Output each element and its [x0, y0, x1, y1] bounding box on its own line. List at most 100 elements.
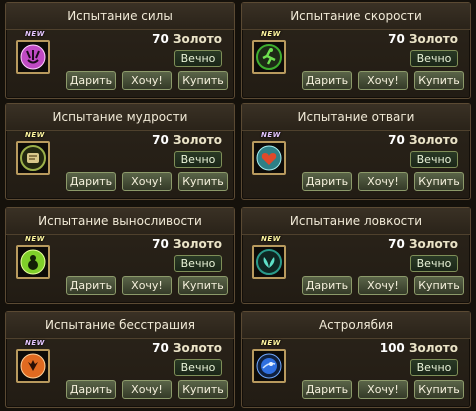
want-button[interactable]: Хочу!: [122, 71, 172, 90]
currency-label: Золото: [408, 32, 458, 46]
shop-card: Испытание скорости NEW 70 Золото Вечно Д…: [241, 2, 471, 99]
price-line: 70 Золото: [152, 341, 222, 355]
item-icon-frame[interactable]: [16, 245, 50, 279]
new-badge: NEW: [261, 235, 281, 243]
duration-badge: Вечно: [410, 359, 458, 376]
shop-card: Испытание ловкости NEW 70 Золото Вечно Д…: [241, 207, 471, 304]
buy-button[interactable]: Купить: [414, 380, 464, 399]
scroll-icon: [20, 145, 46, 171]
want-button[interactable]: Хочу!: [358, 380, 408, 399]
duration-badge: Вечно: [410, 151, 458, 168]
duration-badge: Вечно: [174, 50, 222, 67]
price-line: 100 Золото: [380, 341, 458, 355]
buy-button[interactable]: Купить: [414, 71, 464, 90]
card-actions: Дарить Хочу! Купить: [302, 276, 466, 295]
gift-button[interactable]: Дарить: [66, 172, 116, 191]
buy-button[interactable]: Купить: [178, 380, 228, 399]
currency-label: Золото: [408, 133, 458, 147]
gift-button[interactable]: Дарить: [66, 71, 116, 90]
shop-grid: Испытание силы NEW 70 Золото Вечно Дарит…: [0, 0, 476, 411]
currency-label: Золото: [408, 341, 458, 355]
new-badge: NEW: [261, 339, 281, 347]
want-button[interactable]: Хочу!: [122, 172, 172, 191]
new-badge: NEW: [25, 30, 45, 38]
trident-icon: [20, 44, 46, 70]
buy-button[interactable]: Купить: [414, 276, 464, 295]
price-value: 70: [152, 32, 169, 46]
item-title: Испытание скорости: [242, 3, 470, 30]
item-title: Испытание мудрости: [6, 104, 234, 131]
item-icon-frame[interactable]: [252, 349, 286, 383]
new-badge: NEW: [25, 339, 45, 347]
price-line: 70 Золото: [388, 237, 458, 251]
want-button[interactable]: Хочу!: [122, 276, 172, 295]
item-title: Испытание силы: [6, 3, 234, 30]
duration-badge: Вечно: [174, 359, 222, 376]
new-badge: NEW: [25, 131, 45, 139]
price-line: 70 Золото: [152, 32, 222, 46]
shop-card: Испытание мудрости NEW 70 Золото Вечно Д…: [5, 103, 235, 200]
currency-label: Золото: [172, 133, 222, 147]
shop-card: Испытание силы NEW 70 Золото Вечно Дарит…: [5, 2, 235, 99]
gift-button[interactable]: Дарить: [66, 276, 116, 295]
card-actions: Дарить Хочу! Купить: [302, 172, 466, 191]
gourd-icon: [20, 249, 46, 275]
item-icon-frame[interactable]: [252, 40, 286, 74]
flame-shield-icon: [20, 353, 46, 379]
buy-button[interactable]: Купить: [178, 71, 228, 90]
astrolabe-icon: [256, 353, 282, 379]
want-button[interactable]: Хочу!: [122, 380, 172, 399]
gift-button[interactable]: Дарить: [302, 380, 352, 399]
item-title: Испытание выносливости: [6, 208, 234, 235]
want-button[interactable]: Хочу!: [358, 71, 408, 90]
shop-card: Испытание выносливости NEW 70 Золото Веч…: [5, 207, 235, 304]
new-badge: NEW: [261, 131, 281, 139]
runner-icon: [256, 44, 282, 70]
buy-button[interactable]: Купить: [178, 172, 228, 191]
buy-button[interactable]: Купить: [178, 276, 228, 295]
item-icon-frame[interactable]: [16, 40, 50, 74]
shop-card: Астролябия NEW 100 Золото Вечно Дарить Х…: [241, 311, 471, 408]
item-title: Испытание ловкости: [242, 208, 470, 235]
price-value: 70: [388, 237, 405, 251]
buy-button[interactable]: Купить: [414, 172, 464, 191]
shop-card: Испытание бесстрашия NEW 70 Золото Вечно…: [5, 311, 235, 408]
item-icon-frame[interactable]: [16, 141, 50, 175]
new-badge: NEW: [25, 235, 45, 243]
item-title: Астролябия: [242, 312, 470, 339]
card-actions: Дарить Хочу! Купить: [66, 276, 230, 295]
currency-label: Золото: [172, 32, 222, 46]
card-actions: Дарить Хочу! Купить: [302, 71, 466, 90]
gift-button[interactable]: Дарить: [302, 71, 352, 90]
price-line: 70 Золото: [152, 133, 222, 147]
price-value: 70: [388, 32, 405, 46]
duration-badge: Вечно: [410, 50, 458, 67]
currency-label: Золото: [172, 341, 222, 355]
leaf-icon: [256, 249, 282, 275]
item-icon-frame[interactable]: [16, 349, 50, 383]
item-title: Испытание отваги: [242, 104, 470, 131]
item-title: Испытание бесстрашия: [6, 312, 234, 339]
want-button[interactable]: Хочу!: [358, 276, 408, 295]
card-actions: Дарить Хочу! Купить: [66, 172, 230, 191]
price-value: 100: [379, 341, 405, 355]
card-actions: Дарить Хочу! Купить: [66, 380, 230, 399]
duration-badge: Вечно: [410, 255, 458, 272]
gift-button[interactable]: Дарить: [302, 276, 352, 295]
price-line: 70 Золото: [388, 32, 458, 46]
card-actions: Дарить Хочу! Купить: [302, 380, 466, 399]
price-value: 70: [152, 341, 169, 355]
price-value: 70: [152, 133, 169, 147]
duration-badge: Вечно: [174, 151, 222, 168]
gift-button[interactable]: Дарить: [66, 380, 116, 399]
duration-badge: Вечно: [174, 255, 222, 272]
item-icon-frame[interactable]: [252, 141, 286, 175]
currency-label: Золото: [172, 237, 222, 251]
item-icon-frame[interactable]: [252, 245, 286, 279]
currency-label: Золото: [408, 237, 458, 251]
price-line: 70 Золото: [152, 237, 222, 251]
want-button[interactable]: Хочу!: [358, 172, 408, 191]
price-line: 70 Золото: [388, 133, 458, 147]
gift-button[interactable]: Дарить: [302, 172, 352, 191]
price-value: 70: [152, 237, 169, 251]
